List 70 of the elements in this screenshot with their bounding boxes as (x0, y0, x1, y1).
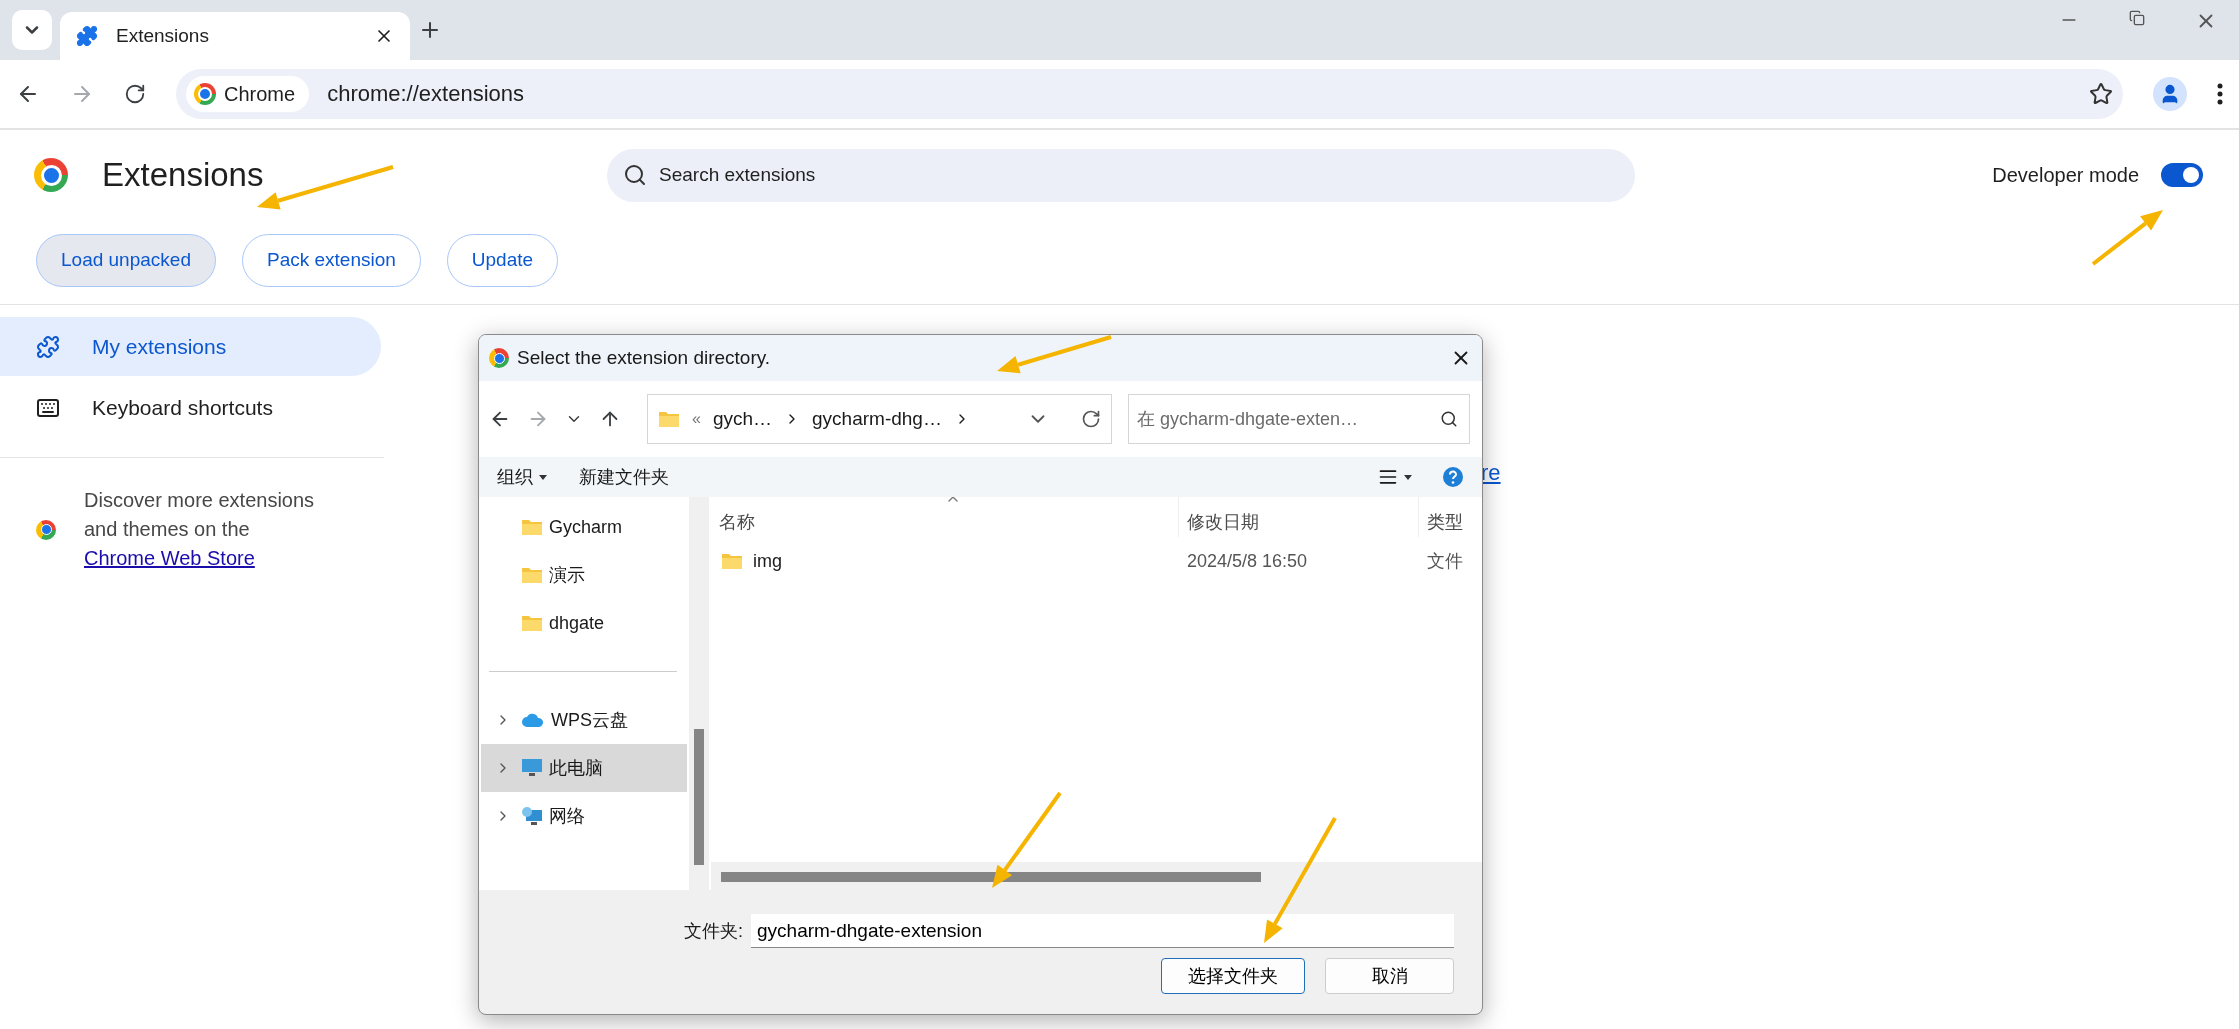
file-name[interactable]: img (711, 550, 1179, 572)
search-icon (623, 162, 647, 187)
nav-item[interactable]: 此电脑 (481, 744, 687, 792)
web-store-link[interactable]: Chrome Web Store (84, 547, 255, 569)
address-bar[interactable]: Chrome chrome://extensions (176, 69, 2123, 119)
url-text: chrome://extensions (327, 81, 525, 107)
action-button[interactable]: Update (446, 233, 559, 287)
profile-icon[interactable] (2153, 77, 2187, 111)
nav-item[interactable]: Gycharm (481, 503, 687, 551)
dialog-button[interactable]: 选择文件夹 (1161, 958, 1305, 994)
chrome-logo-icon (194, 83, 216, 105)
command-button[interactable]: 组织 (497, 465, 547, 489)
sidebar-item[interactable]: My extensions (0, 317, 381, 376)
list-view-icon (1378, 467, 1398, 487)
sidebar-item[interactable]: Keyboard shortcuts (0, 378, 381, 437)
puzzle-icon (36, 334, 60, 359)
annotation-arrow (2091, 210, 2163, 266)
action-button[interactable]: Pack extension (241, 233, 421, 287)
input-field[interactable]: gycharm-dhgate-extension (751, 914, 1454, 948)
developer-mode-toggle[interactable] (2161, 163, 2203, 187)
action-button[interactable]: Load unpacked (36, 233, 216, 287)
star-icon[interactable] (2089, 82, 2113, 106)
path-bar[interactable]: « gych… gycharm-dhg… (647, 394, 1112, 444)
restore-icon[interactable] (2129, 10, 2145, 26)
search-field[interactable]: Search extensions (607, 148, 1635, 202)
promo-text: Discover more extensions and themes on the Chrome Web Store (84, 488, 316, 571)
refresh-icon[interactable] (1081, 409, 1101, 429)
web-store-icon (36, 519, 56, 540)
nav-item[interactable]: 演示 (481, 551, 687, 599)
developer-mode-label: Developer mode (1992, 163, 2139, 187)
dialog-title: Select the extension directory. (517, 347, 771, 369)
scrollbar[interactable] (689, 497, 709, 890)
menu-icon (2217, 83, 2223, 105)
nav-item[interactable]: 网络 (481, 792, 687, 840)
command-button[interactable]: 新建文件夹 (579, 465, 669, 489)
cloud-icon (521, 712, 545, 728)
column-header[interactable]: 类型 (1419, 497, 1482, 537)
folder-icon (521, 518, 543, 536)
tab-search-button[interactable] (12, 10, 52, 50)
nav-item[interactable]: WPS云盘 (481, 696, 687, 744)
dialog-button[interactable]: 取消 (1325, 958, 1454, 994)
overflow-mark: « (692, 410, 701, 428)
folder-icon (521, 614, 543, 632)
monitor-icon (521, 758, 543, 778)
reload-button[interactable] (124, 83, 146, 105)
folder-icon (521, 566, 543, 584)
browser-tab[interactable]: Extensions (60, 12, 410, 60)
nav-item[interactable]: dhgate (481, 599, 687, 647)
puzzle-icon (76, 25, 98, 47)
chrome-logo-icon (489, 348, 509, 368)
view-menu-button[interactable] (1378, 467, 1412, 487)
search-icon (1440, 410, 1458, 428)
site-chip[interactable]: Chrome (186, 76, 310, 112)
breadcrumb[interactable]: gych… (712, 408, 773, 430)
link-text[interactable]: re (1481, 460, 1501, 486)
menu-button[interactable] (2217, 83, 2223, 105)
table-cell-text: 2024/5/8 16:50 (1186, 550, 1309, 572)
field-label: 文件夹: (684, 920, 743, 943)
page-title: Extensions (102, 156, 264, 194)
breadcrumb[interactable]: gycharm-dhg… (812, 408, 942, 430)
help-icon[interactable] (1442, 466, 1464, 488)
table-cell-text: 文件 (1426, 550, 1464, 573)
column-header[interactable]: 名称 (711, 497, 1179, 537)
folder-icon (658, 410, 680, 428)
network-icon (521, 806, 543, 826)
column-header[interactable]: 修改日期 (1179, 497, 1419, 537)
folder-icon (721, 552, 743, 570)
chrome-logo-icon (34, 158, 68, 192)
folder-search-field[interactable]: 在 gycharm-dhgate-exten… (1128, 394, 1470, 444)
scrollbar[interactable] (711, 862, 1482, 890)
